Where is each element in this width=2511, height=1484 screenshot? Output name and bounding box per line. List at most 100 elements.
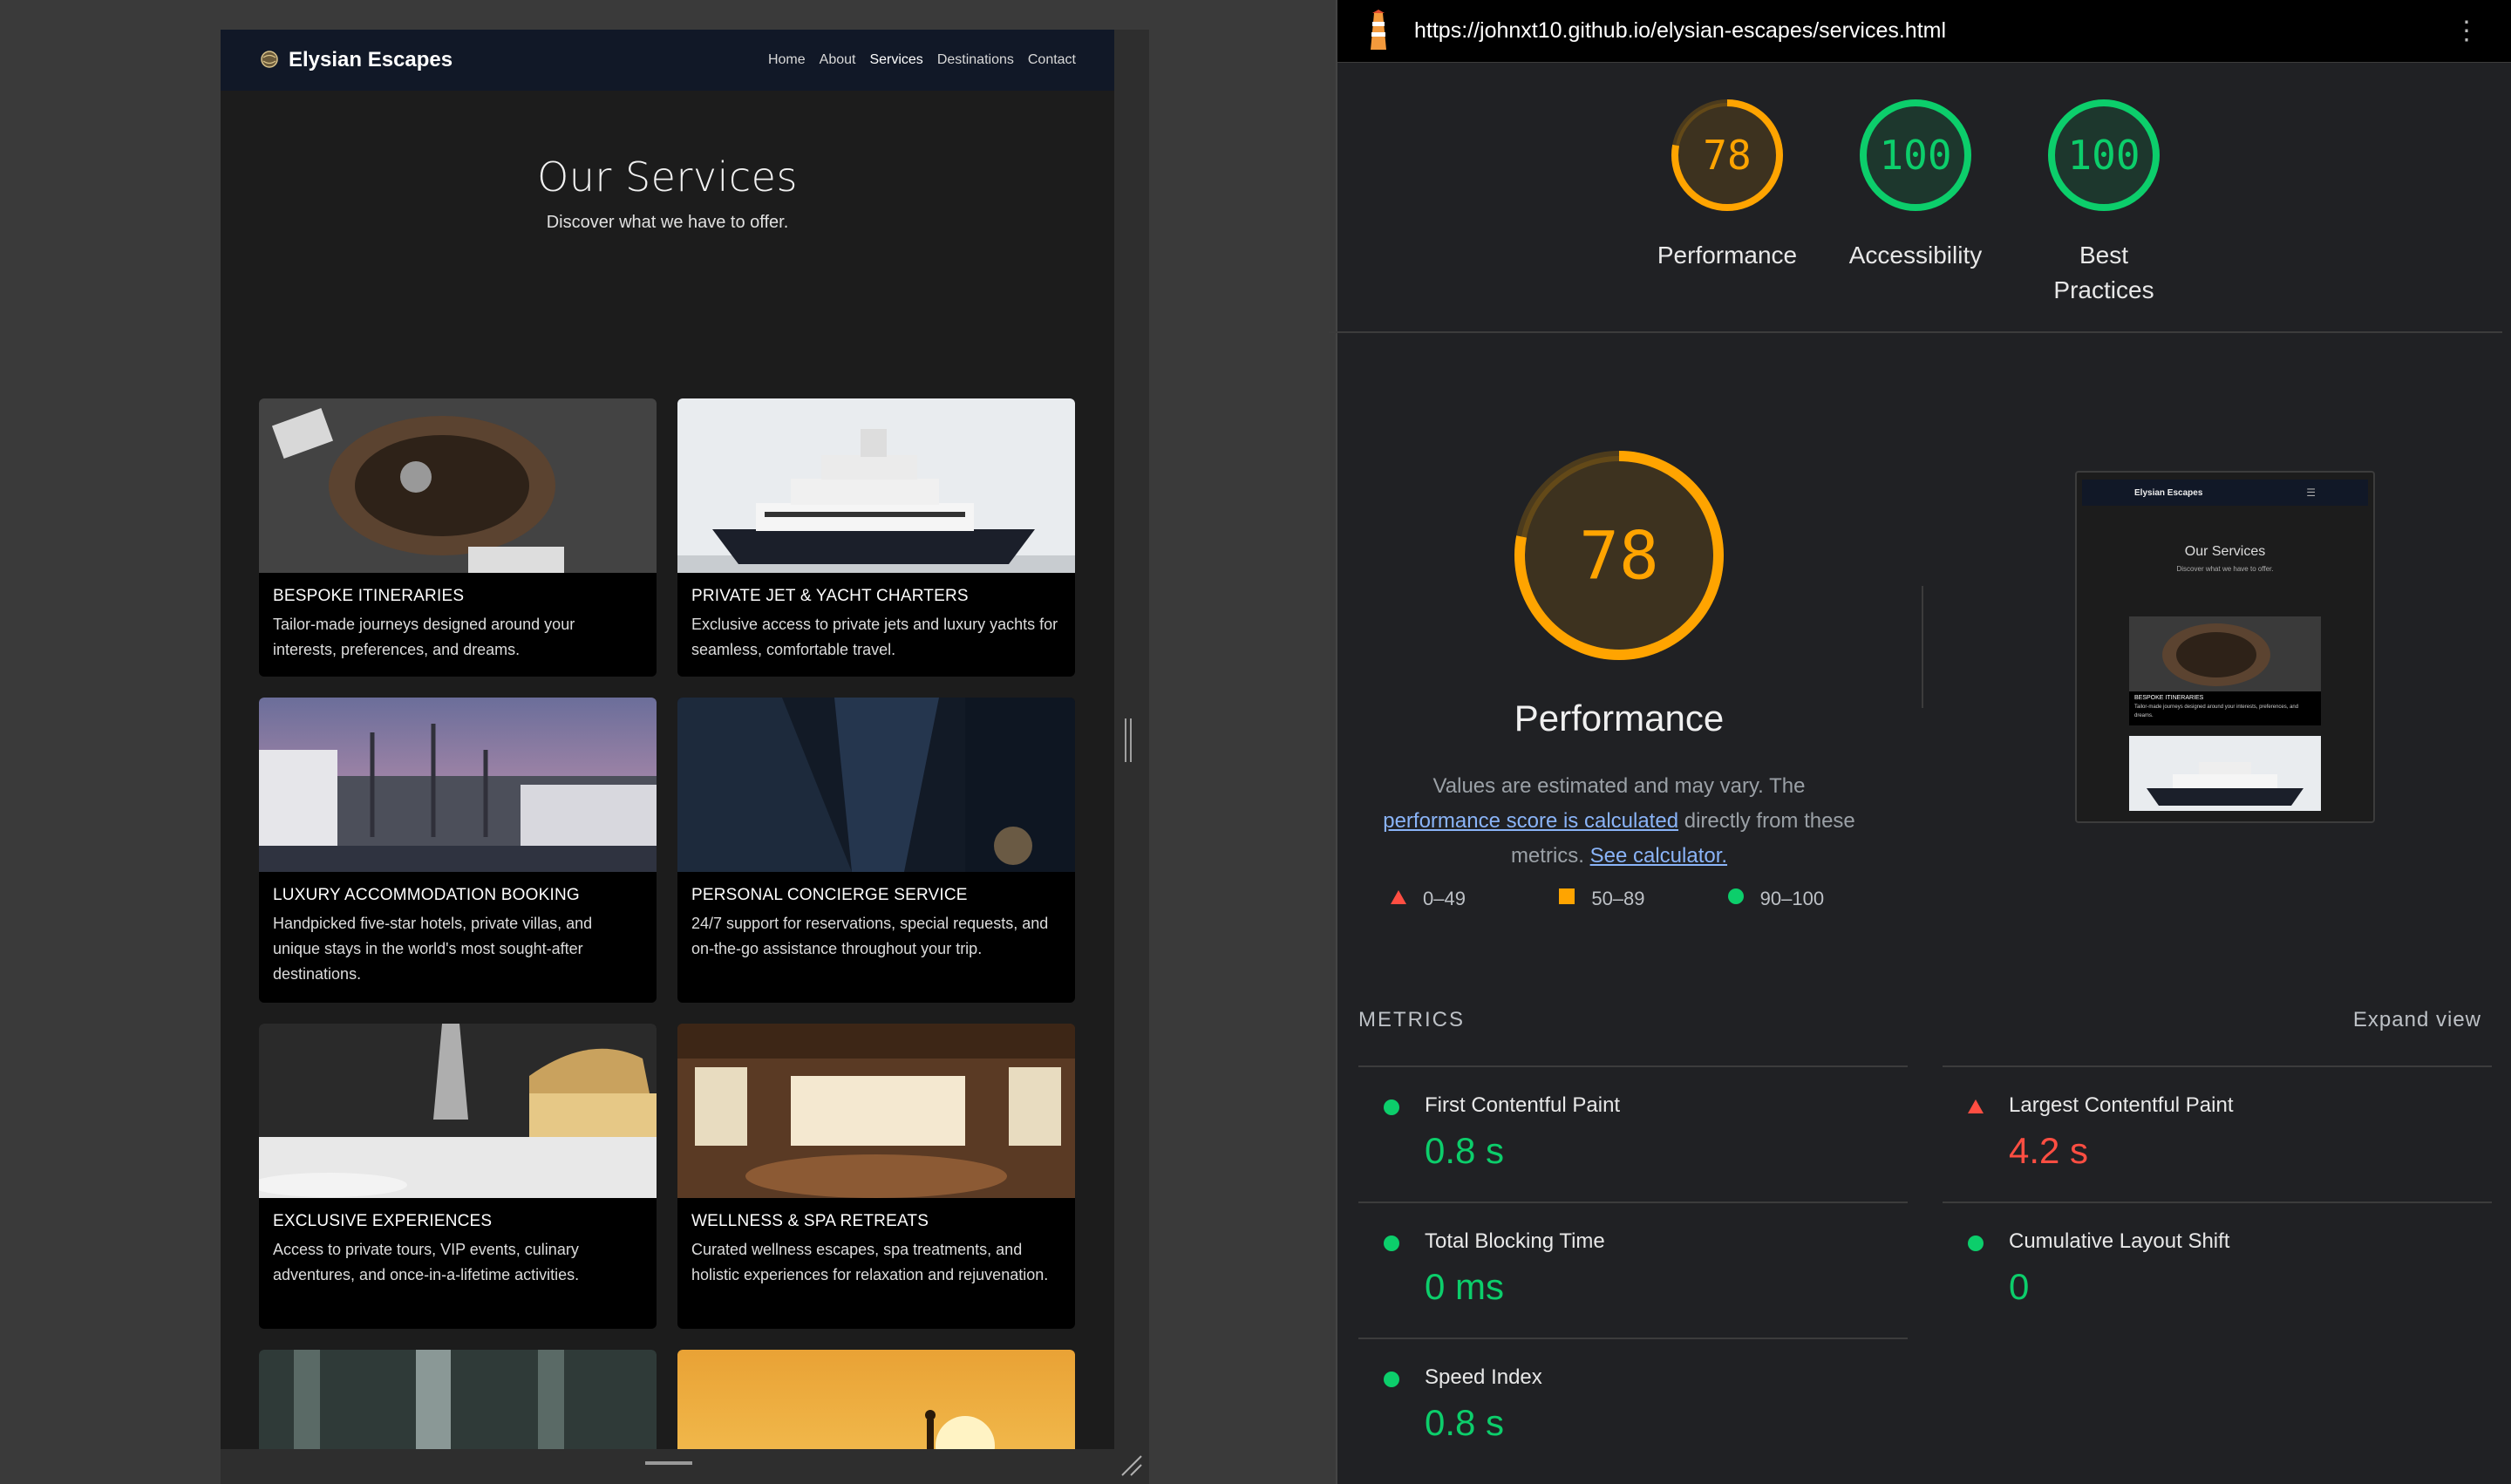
metric-total-blocking-time: Total Blocking Time 0 ms	[1358, 1201, 1908, 1338]
metric-first-contentful-paint: First Contentful Paint 0.8 s	[1358, 1065, 1908, 1201]
score-gauge-performance[interactable]: 78 Performance	[1650, 98, 1804, 331]
performance-section: 78 Performance Values are estimated and …	[1337, 333, 2511, 1022]
nav-about[interactable]: About	[820, 52, 856, 68]
circle-icon	[1967, 1235, 1984, 1256]
legend-average: 50–89	[1558, 888, 1709, 910]
performance-title: Performance	[1514, 698, 1725, 739]
gauge-ring: 100	[2048, 99, 2160, 211]
legend-pass: 90–100	[1727, 888, 1878, 910]
card-body: WELLNESS & SPA RETREATS Curated wellness…	[677, 1198, 1075, 1329]
card-image	[259, 398, 657, 573]
page-title: Our Services	[537, 153, 798, 201]
thumb-card-title: BESPOKE ITINERARIES	[2134, 695, 2204, 701]
gauge-score: 78	[1579, 517, 1659, 595]
metrics-title: METRICS	[1358, 1008, 1465, 1031]
thumb-card-image	[2129, 736, 2321, 811]
service-card[interactable]: BESPOKE ITINERARIES Tailor-made journeys…	[259, 398, 657, 677]
card-title: EXCLUSIVE EXPERIENCES	[273, 1212, 493, 1230]
card-image	[259, 698, 657, 872]
score-gauge-best-practices[interactable]: 100 Best Practices	[2027, 98, 2181, 331]
metric-value: 0	[2009, 1266, 2030, 1307]
thumb-card	[2129, 736, 2321, 811]
gauge-score: 100	[1879, 132, 1951, 179]
square-icon	[1558, 888, 1575, 910]
circle-icon	[1383, 1371, 1400, 1392]
brand[interactable]: Elysian Escapes	[259, 48, 453, 72]
card-body: PRIVATE JET & YACHT CHARTERS Exclusive a…	[677, 573, 1075, 677]
performance-gauge: 78	[1510, 446, 1728, 664]
card-image	[259, 1350, 657, 1449]
lighthouse-panel: https://johnxt10.github.io/elysian-escap…	[1329, 0, 2511, 1484]
metrics-section: METRICS Expand view First Contentful Pai…	[1358, 1003, 2492, 1474]
service-card[interactable]: PRIVATE JET & YACHT CHARTERS Exclusive a…	[677, 398, 1075, 677]
card-description: Handpicked five-star hotels, private vil…	[273, 915, 593, 983]
resize-handle-vertical[interactable]	[1125, 718, 1132, 762]
service-card[interactable]: PERSONAL CONCIERGE SERVICE 24/7 support …	[677, 698, 1075, 1003]
metric-value: 0.8 s	[1425, 1130, 1505, 1171]
card-description: Access to private tours, VIP events, cul…	[273, 1241, 580, 1283]
gauge-score: 78	[1703, 132, 1751, 179]
metric-name: First Contentful Paint	[1425, 1093, 1621, 1117]
thumb-card-desc: Tailor-made journeys designed around you…	[2134, 705, 2299, 718]
nav-services[interactable]: Services	[869, 52, 922, 68]
brand-name: Elysian Escapes	[289, 48, 453, 71]
metrics-header: METRICS Expand view	[1358, 1003, 2492, 1038]
nav-links: Home About Services Destinations Contact	[768, 52, 1076, 68]
gauge-label: Accessibility	[1848, 242, 1983, 269]
score-legend: 0–49 50–89 90–100	[1390, 888, 1878, 910]
nav-destinations[interactable]: Destinations	[937, 52, 1014, 68]
page-subtitle: Discover what we have to offer.	[546, 213, 789, 232]
device-viewport: Elysian Escapes Home About Services Dest…	[221, 30, 1149, 1484]
divider	[1922, 586, 1923, 708]
report-url[interactable]: https://johnxt10.github.io/elysian-escap…	[1414, 18, 1946, 44]
score-gauge-accessibility[interactable]: 100 Accessibility	[1839, 98, 1992, 331]
metric-name: Total Blocking Time	[1425, 1229, 1605, 1253]
expand-view-button[interactable]: Expand view	[2353, 1008, 2481, 1032]
card-title: PERSONAL CONCIERGE SERVICE	[691, 886, 968, 904]
thumb-card: BESPOKE ITINERARIES Tailor-made journeys…	[2129, 616, 2321, 725]
card-description: Curated wellness escapes, spa treatments…	[691, 1241, 1049, 1283]
metric-cumulative-layout-shift: Cumulative Layout Shift 0	[1943, 1201, 2492, 1338]
final-screenshot-thumbnail[interactable]: Elysian Escapes ☰ Our Services Discover …	[2075, 471, 2375, 823]
device-bottom-bar	[221, 1449, 1149, 1484]
thumb-brand: Elysian Escapes	[2134, 487, 2203, 498]
service-card[interactable]: WELLNESS & SPA RETREATS Curated wellness…	[677, 1024, 1075, 1329]
gauge-label: Performance	[1657, 242, 1798, 269]
card-image	[259, 1024, 657, 1198]
triangle-icon	[1390, 888, 1407, 910]
metric-value: 0 ms	[1425, 1266, 1505, 1307]
card-image	[677, 398, 1075, 573]
desc-text: Values are estimated and may vary. The	[1432, 774, 1806, 798]
globe-icon	[259, 50, 280, 71]
metric-name: Cumulative Layout Shift	[2009, 1229, 2230, 1253]
more-options-icon[interactable]: ⋮	[2453, 16, 2480, 46]
nav-contact[interactable]: Contact	[1028, 52, 1076, 68]
calculator-link[interactable]: See calculator.	[1590, 844, 1727, 868]
performance-ring: 78	[1514, 451, 1724, 660]
metric-value: 4.2 s	[2009, 1130, 2089, 1171]
report-url-bar: https://johnxt10.github.io/elysian-escap…	[1337, 0, 2511, 63]
card-body: EXCLUSIVE EXPERIENCES Access to private …	[259, 1198, 657, 1329]
performance-score-link[interactable]: performance score is calculated	[1383, 809, 1678, 833]
thumb-navbar: Elysian Escapes ☰	[2082, 480, 2368, 506]
card-title: BESPOKE ITINERARIES	[273, 587, 465, 605]
card-title: WELLNESS & SPA RETREATS	[691, 1212, 929, 1230]
card-title: PRIVATE JET & YACHT CHARTERS	[691, 587, 969, 605]
resize-corner-icon[interactable]	[1119, 1453, 1143, 1477]
metric-name: Speed Index	[1425, 1365, 1542, 1389]
service-card[interactable]	[259, 1350, 657, 1449]
site-navbar: Elysian Escapes Home About Services Dest…	[221, 30, 1114, 91]
service-card[interactable]: EXCLUSIVE EXPERIENCES Access to private …	[259, 1024, 657, 1329]
website-page[interactable]: Elysian Escapes Home About Services Dest…	[221, 30, 1114, 1449]
legend-fail: 0–49	[1390, 888, 1541, 910]
nav-home[interactable]: Home	[768, 52, 806, 68]
circle-icon	[1383, 1235, 1400, 1256]
service-card[interactable]	[677, 1350, 1075, 1449]
gauge-label: Best Practices	[2053, 242, 2154, 303]
performance-description: Values are estimated and may vary. The p…	[1372, 769, 1866, 874]
service-card[interactable]: LUXURY ACCOMMODATION BOOKING Handpicked …	[259, 698, 657, 1003]
thumb-card-image	[2129, 616, 2321, 691]
metric-largest-contentful-paint: Largest Contentful Paint 4.2 s	[1943, 1065, 2492, 1201]
resize-handle-horizontal[interactable]	[645, 1461, 692, 1465]
circle-icon	[1383, 1099, 1400, 1120]
